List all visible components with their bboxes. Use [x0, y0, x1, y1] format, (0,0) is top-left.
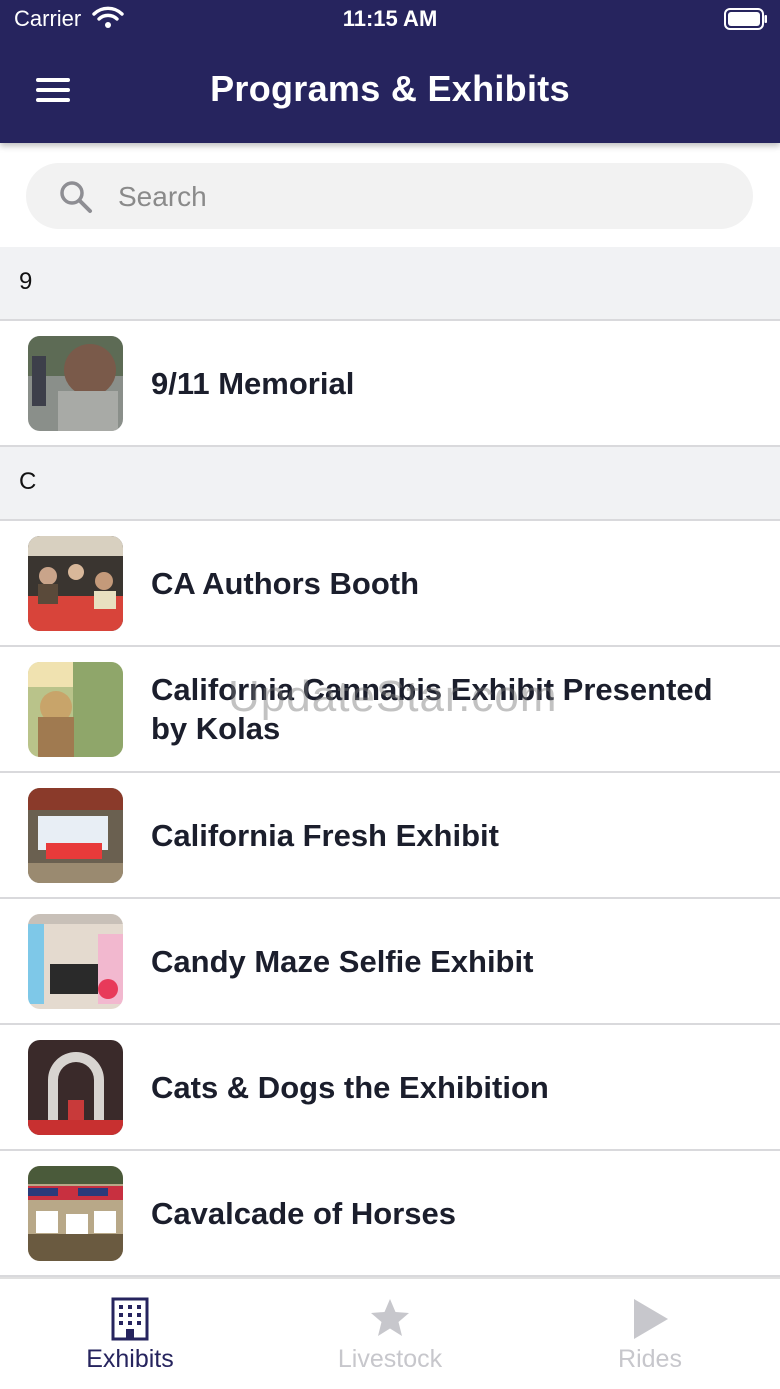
section-letter: C — [19, 468, 37, 495]
section-header: 9 — [0, 247, 780, 321]
exhibit-name: California Cannabis Exhibit Presented by… — [151, 672, 713, 746]
exhibit-name: Cats & Dogs the Exhibition — [151, 1069, 549, 1105]
tab-livestock[interactable]: Livestock — [260, 1279, 520, 1389]
list-item[interactable]: CA Authors Booth — [0, 521, 780, 647]
memorial-photo — [28, 336, 123, 431]
list-item[interactable]: Cats & Dogs the Exhibition — [0, 1025, 780, 1151]
exhibit-name: Cavalcade of Horses — [151, 1195, 456, 1231]
horses-photo — [28, 1166, 123, 1261]
exhibit-name: 9/11 Memorial — [151, 365, 355, 401]
exhibit-name: California Fresh Exhibit — [151, 817, 499, 853]
page-title: Programs & Exhibits — [210, 68, 570, 109]
tab-exhibits[interactable]: Exhibits — [0, 1279, 260, 1389]
fresh-exhibit-photo — [28, 788, 123, 883]
tab-label: Exhibits — [86, 1345, 174, 1373]
star-icon — [371, 1299, 409, 1336]
cats-dogs-photo — [28, 1040, 123, 1135]
exhibit-thumbnail — [28, 914, 123, 1009]
list-item[interactable]: 9/11 Memorial — [0, 321, 780, 447]
exhibit-thumbnail — [28, 662, 123, 757]
cannabis-exhibit-photo — [28, 662, 123, 757]
tab-label: Rides — [618, 1345, 682, 1373]
tab-label: Livestock — [337, 1345, 443, 1373]
exhibit-name: CA Authors Booth — [151, 565, 420, 601]
exhibit-thumbnail — [28, 788, 123, 883]
section-letter: 9 — [19, 268, 33, 295]
app-header: Carrier 11:15 AM Programs & Exhibits — [0, 0, 780, 143]
building-icon — [111, 1297, 149, 1341]
candy-maze-photo — [28, 914, 123, 1009]
list-item[interactable]: California Fresh Exhibit — [0, 773, 780, 899]
tab-bar: Exhibits Livestock Rides — [0, 1277, 780, 1389]
status-time: 11:15 AM — [342, 6, 438, 31]
exhibit-name: Candy Maze Selfie Exhibit — [151, 943, 534, 979]
status-bar: Carrier 11:15 AM — [0, 0, 780, 40]
exhibit-thumbnail — [28, 336, 123, 431]
exhibit-thumbnail — [28, 536, 123, 631]
search-input[interactable] — [116, 174, 720, 220]
battery-icon — [724, 8, 767, 30]
exhibit-thumbnail — [28, 1040, 123, 1135]
exhibit-list: 9 9/11 Memorial C CA Authors Booth Calif… — [0, 247, 780, 1277]
exhibit-thumbnail — [28, 1166, 123, 1261]
authors-booth-photo — [28, 536, 123, 631]
search-bar — [0, 143, 780, 247]
play-icon — [634, 1299, 668, 1339]
search-box[interactable] — [26, 163, 753, 229]
list-item[interactable]: California Cannabis Exhibit Presented by… — [0, 647, 780, 773]
list-item[interactable]: Cavalcade of Horses — [0, 1151, 780, 1277]
tab-rides[interactable]: Rides — [520, 1279, 780, 1389]
section-header: C — [0, 447, 780, 521]
search-icon — [60, 181, 92, 213]
list-item[interactable]: Candy Maze Selfie Exhibit — [0, 899, 780, 1025]
